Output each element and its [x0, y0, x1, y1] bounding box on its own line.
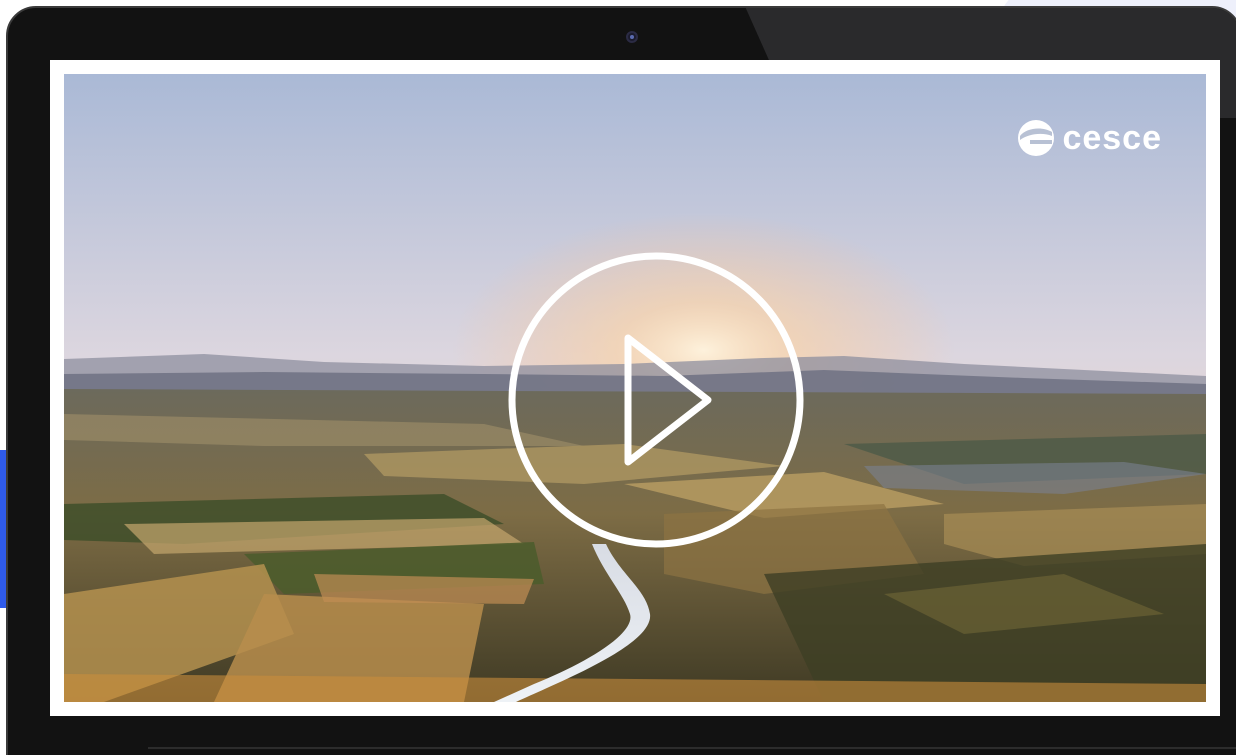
page: cesce — [0, 0, 1236, 755]
webcam-icon — [626, 31, 638, 43]
play-button[interactable] — [508, 252, 804, 548]
laptop-screen: cesce — [50, 60, 1220, 716]
laptop-frame: cesce — [6, 6, 1236, 755]
brand-logo: cesce — [1016, 118, 1162, 158]
play-icon — [508, 252, 804, 548]
video-player[interactable]: cesce — [64, 74, 1206, 702]
bezel-edge — [148, 747, 1236, 749]
brand-name: cesce — [1062, 118, 1162, 157]
cesce-logo-icon — [1018, 120, 1055, 156]
